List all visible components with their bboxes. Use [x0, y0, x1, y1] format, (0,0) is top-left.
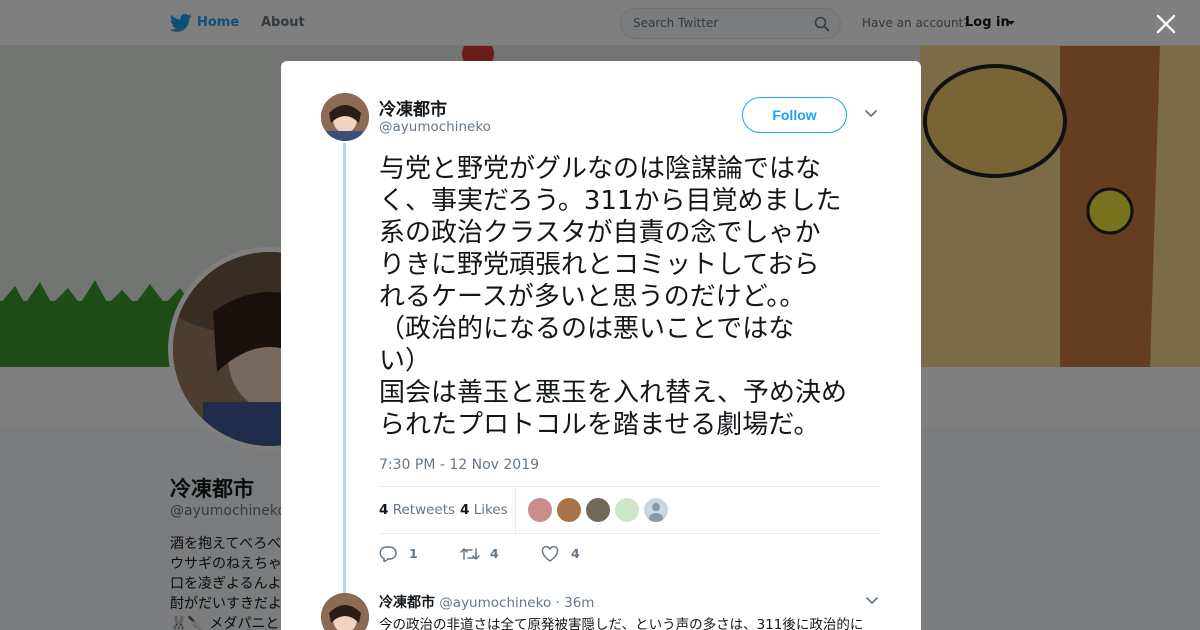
default-avatar-icon: [649, 503, 663, 522]
tweet-stats: 4 Retweets 4 Likes: [379, 486, 881, 534]
stats-divider: [515, 487, 516, 533]
avatar-photo: [321, 593, 369, 630]
like-button[interactable]: 4: [541, 545, 591, 565]
follow-button[interactable]: Follow: [742, 97, 847, 133]
reply-icon: [379, 546, 397, 562]
retweet-button[interactable]: 4: [460, 545, 510, 565]
reply-text: 今の政治の非道さは全て原発被害隠しだ、という声の多さは、311後に政治的に: [379, 617, 864, 630]
tweet-actions: 1 4 4: [379, 545, 679, 565]
liker-avatar[interactable]: [528, 498, 552, 522]
liker-avatar[interactable]: [557, 498, 581, 522]
tweet-timestamp[interactable]: 7:30 PM - 12 Nov 2019: [379, 457, 539, 473]
reply-author-avatar[interactable]: [321, 593, 369, 630]
tweet-author-avatar[interactable]: [321, 93, 369, 141]
reply-header: 冷凍都市 @ayumochineko · 36m: [379, 592, 594, 612]
retweet-count: 4: [490, 546, 499, 561]
tweet-author-name[interactable]: 冷凍都市: [379, 95, 447, 120]
like-count: 4: [571, 546, 580, 561]
retweets-stat[interactable]: 4 Retweets: [379, 502, 455, 518]
thread-connector-line: [343, 143, 346, 593]
tweet-author-handle[interactable]: @ayumochineko: [379, 119, 491, 135]
liker-avatar[interactable]: [615, 498, 639, 522]
likes-count: 4: [460, 502, 470, 518]
tweet-modal: 冷凍都市 @ayumochineko Follow 与党と野党がグルなのは陰謀論…: [281, 61, 921, 630]
retweets-count: 4: [379, 502, 389, 518]
avatar-photo: [321, 93, 369, 141]
reply-count: 1: [409, 546, 418, 561]
liker-avatar[interactable]: [586, 498, 610, 522]
reply-time[interactable]: 36m: [564, 595, 594, 611]
tweet-text: 与党と野党がグルなのは陰謀論ではな く、事実だろう。311から目覚めました 系の…: [379, 154, 848, 440]
close-icon[interactable]: [1156, 14, 1176, 34]
chevron-down-icon[interactable]: [864, 109, 878, 119]
retweets-label: Retweets: [392, 502, 456, 518]
retweet-icon: [460, 548, 480, 560]
likes-label: Likes: [473, 502, 508, 518]
heart-icon: [541, 546, 559, 562]
likes-stat[interactable]: 4 Likes: [460, 502, 508, 518]
reply-button[interactable]: 1: [379, 545, 429, 565]
chevron-down-icon[interactable]: [866, 597, 878, 605]
reply-author-name[interactable]: 冷凍都市: [379, 595, 435, 611]
liker-avatar[interactable]: [644, 498, 668, 522]
reply-author-handle[interactable]: @ayumochineko: [439, 595, 551, 611]
reply-separator: ·: [555, 595, 560, 611]
